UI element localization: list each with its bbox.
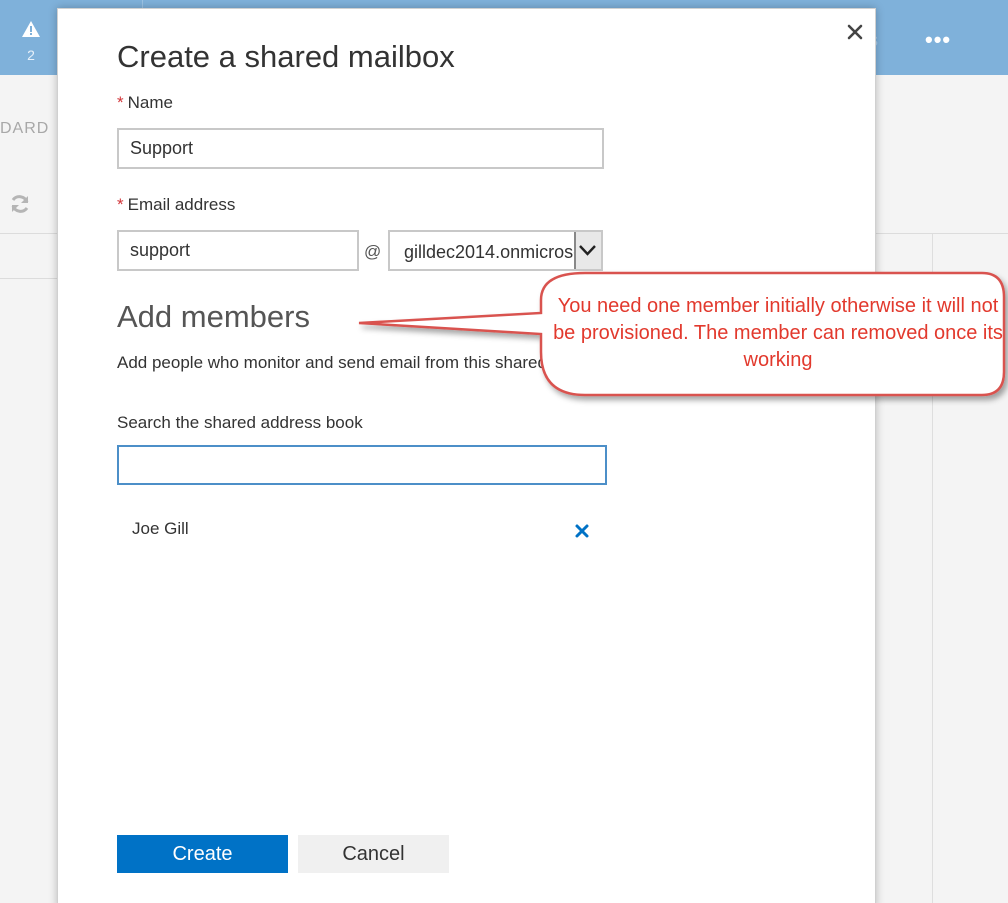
at-sign: @ (364, 242, 382, 261)
background-divider (876, 233, 1008, 234)
member-list-item: Joe Gill (117, 509, 607, 549)
cancel-button[interactable]: Cancel (298, 835, 449, 873)
close-icon[interactable] (844, 21, 866, 43)
warning-icon (22, 21, 40, 37)
search-label: Search the shared address book (117, 413, 363, 432)
domain-value: gilldec2014.onmicrosoft.com (404, 242, 576, 262)
dropdown-arrow[interactable] (574, 232, 601, 269)
alerts-button[interactable]: 2 (0, 0, 62, 75)
required-marker: * (117, 195, 124, 214)
annotation-callout-text: You need one member initially otherwise … (553, 295, 1003, 371)
remove-member-icon[interactable] (574, 523, 590, 539)
required-marker: * (117, 93, 124, 112)
refresh-icon[interactable] (8, 192, 32, 216)
create-shared-mailbox-dialog: Create a shared mailbox *Name *Email add… (57, 8, 876, 903)
email-local-input[interactable] (117, 230, 359, 271)
background-right-panel (876, 75, 1008, 903)
background-divider (0, 278, 57, 279)
member-name: Joe Gill (132, 519, 189, 538)
email-label: * Email address (117, 195, 235, 215)
more-options-icon[interactable]: ••• (925, 29, 955, 51)
chevron-down-icon (579, 245, 596, 256)
address-book-search-input[interactable] (117, 445, 607, 485)
alert-count: 2 (27, 47, 35, 63)
add-members-heading: Add members (117, 299, 310, 334)
dashboard-breadcrumb[interactable]: DARD (0, 120, 49, 138)
dialog-title: Create a shared mailbox (117, 39, 455, 74)
name-label: * Name (117, 93, 173, 113)
create-button[interactable]: Create (117, 835, 288, 873)
email-label-text: Email address (127, 195, 236, 214)
domain-dropdown[interactable]: gilldec2014.onmicrosoft.com (388, 230, 603, 271)
name-label-text: Name (127, 93, 173, 112)
background-divider (0, 233, 57, 234)
name-input[interactable] (117, 128, 604, 169)
